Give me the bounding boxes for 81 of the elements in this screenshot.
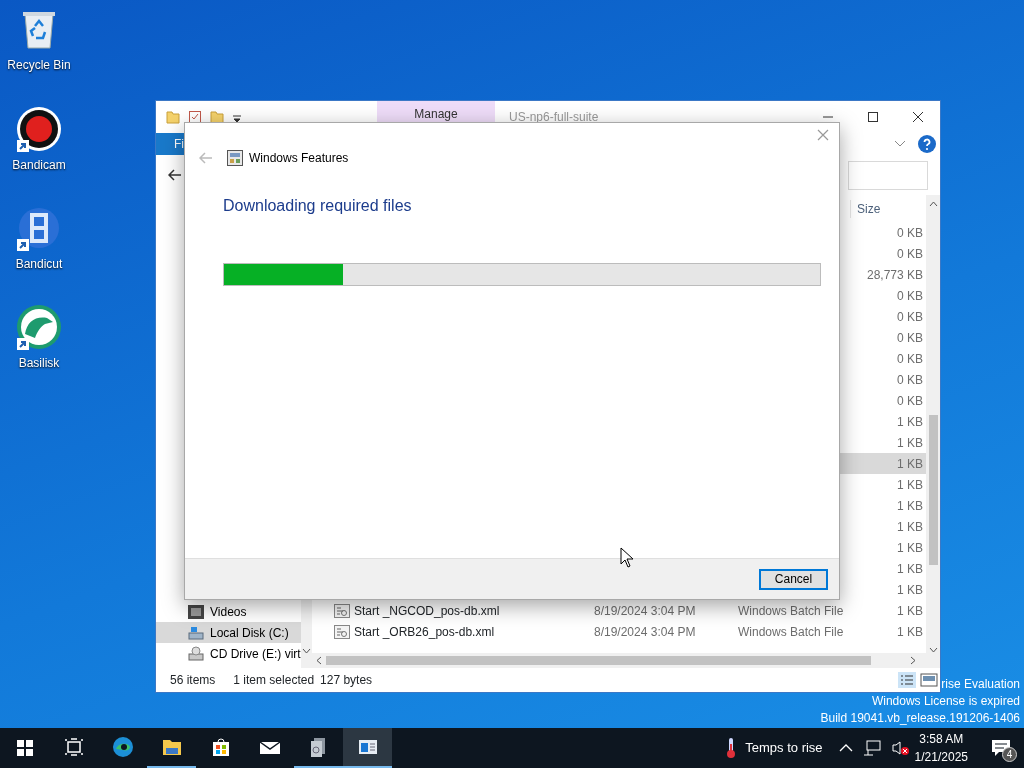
file-size: 1 KB (897, 540, 923, 555)
file-size: 1 KB (897, 624, 923, 639)
file-size: 1 KB (897, 519, 923, 534)
disc-drive-icon (188, 645, 204, 662)
icon-label[interactable]: Recycle Bin (7, 56, 71, 74)
scrollbar-thumb[interactable] (326, 656, 871, 665)
back-arrow-icon[interactable] (168, 169, 182, 181)
file-size: 0 KB (897, 246, 923, 261)
column-header[interactable]: Size (850, 199, 881, 218)
selection-count: 1 item selected (233, 672, 315, 689)
file-icon (334, 603, 350, 618)
network-icon[interactable] (862, 740, 881, 756)
close-icon[interactable] (817, 129, 829, 141)
file-type: Windows Batch File (738, 602, 845, 620)
record-icon[interactable] (15, 106, 63, 154)
date-modified: 8/19/2024 3:04 PM (594, 623, 697, 641)
file-size: 1 KB (897, 435, 923, 450)
notification-button[interactable]: 4 (978, 728, 1024, 768)
nav-item[interactable]: CD Drive (E:) virt (156, 643, 301, 664)
maximize-icon (867, 112, 878, 122)
file-size: 0 KB (897, 393, 923, 408)
details-view-icon[interactable] (898, 672, 916, 688)
icon-label[interactable]: Basilisk (18, 354, 60, 372)
file-row[interactable]: Start _NGCOD_pos-db.xml 8/19/2024 3:04 PM Windows Batch File 1 KB (312, 600, 926, 621)
scroll-left-icon[interactable] (316, 656, 322, 665)
file-size: 1 KB (897, 603, 923, 618)
dialog-title: Windows Features (249, 150, 349, 167)
file-name: Start _NGCOD_pos-db.xml (354, 602, 500, 620)
notification-count: 4 (1002, 747, 1017, 762)
file-size: 1 KB (897, 456, 923, 471)
watermark-text: rise Evaluation (941, 676, 1020, 693)
file-size: 1 KB (897, 582, 923, 597)
file-size: 1 KB (897, 414, 923, 429)
weather-widget[interactable]: Temps to rise (725, 737, 823, 759)
file-type: Windows Batch File (738, 623, 845, 641)
watermark-text: Windows License is expired (871, 693, 1020, 710)
scroll-up-icon[interactable] (928, 201, 938, 207)
icon-label[interactable]: Bandicam (12, 156, 66, 174)
file-name: Start _ORB26_pos-db.xml (354, 623, 495, 641)
date-modified: 8/19/2024 3:04 PM (594, 602, 697, 620)
file-icon (334, 624, 350, 639)
properties-icon[interactable] (188, 110, 202, 124)
clock-date[interactable]: 1/21/2025 (914, 748, 968, 766)
file-size: 0 KB (897, 351, 923, 366)
mouse-pointer-icon (620, 547, 634, 568)
file-row[interactable]: Start _ORB26_pos-db.xml 8/19/2024 3:04 PM Windows Batch File 1 KB (312, 621, 926, 642)
drive-icon (188, 624, 204, 641)
item-count: 56 items (170, 672, 216, 689)
volume-muted-icon[interactable] (890, 740, 909, 756)
chevron-up-icon[interactable] (838, 744, 853, 752)
window-title: US-np6-full-suite (509, 109, 599, 126)
window-features-icon (227, 150, 243, 166)
progress-heading: Downloading required files (223, 196, 413, 216)
file-size: 0 KB (897, 225, 923, 240)
help-icon[interactable] (918, 135, 936, 153)
close-icon (912, 112, 923, 122)
icon-label[interactable]: Bandicut (15, 255, 63, 273)
search-field[interactable] (848, 160, 928, 190)
scroll-down-icon[interactable] (301, 648, 311, 654)
file-size: 1 KB (897, 477, 923, 492)
scrollbar-thumb[interactable] (928, 415, 938, 565)
thermometer-icon (725, 737, 738, 759)
taskbar-app[interactable] (343, 728, 392, 768)
clock-time[interactable]: 3:58 AM (919, 730, 964, 748)
scroll-right-icon[interactable] (910, 656, 916, 665)
cancel-button[interactable]: Cancel (759, 568, 828, 590)
file-size: 0 KB (897, 372, 923, 387)
tiles-view-icon[interactable] (920, 672, 938, 688)
file-size: 0 KB (897, 288, 923, 303)
file-tab[interactable]: Fi (156, 133, 184, 155)
nav-item[interactable]: Local Disk (C:) (156, 622, 301, 643)
watermark-text: Build 19041.vb_release.191206-1406 (820, 710, 1020, 727)
file-size: 0 KB (897, 309, 923, 324)
bird-icon[interactable] (15, 304, 63, 352)
file-size-status: 127 bytes (320, 672, 373, 689)
file-size: 28,773 KB (866, 267, 923, 282)
file-size: 1 KB (897, 498, 923, 513)
chevron-down-icon[interactable] (894, 140, 906, 148)
scroll-down-icon[interactable] (928, 647, 938, 653)
nav-item[interactable]: Videos (156, 601, 301, 622)
file-size: 0 KB (897, 330, 923, 345)
